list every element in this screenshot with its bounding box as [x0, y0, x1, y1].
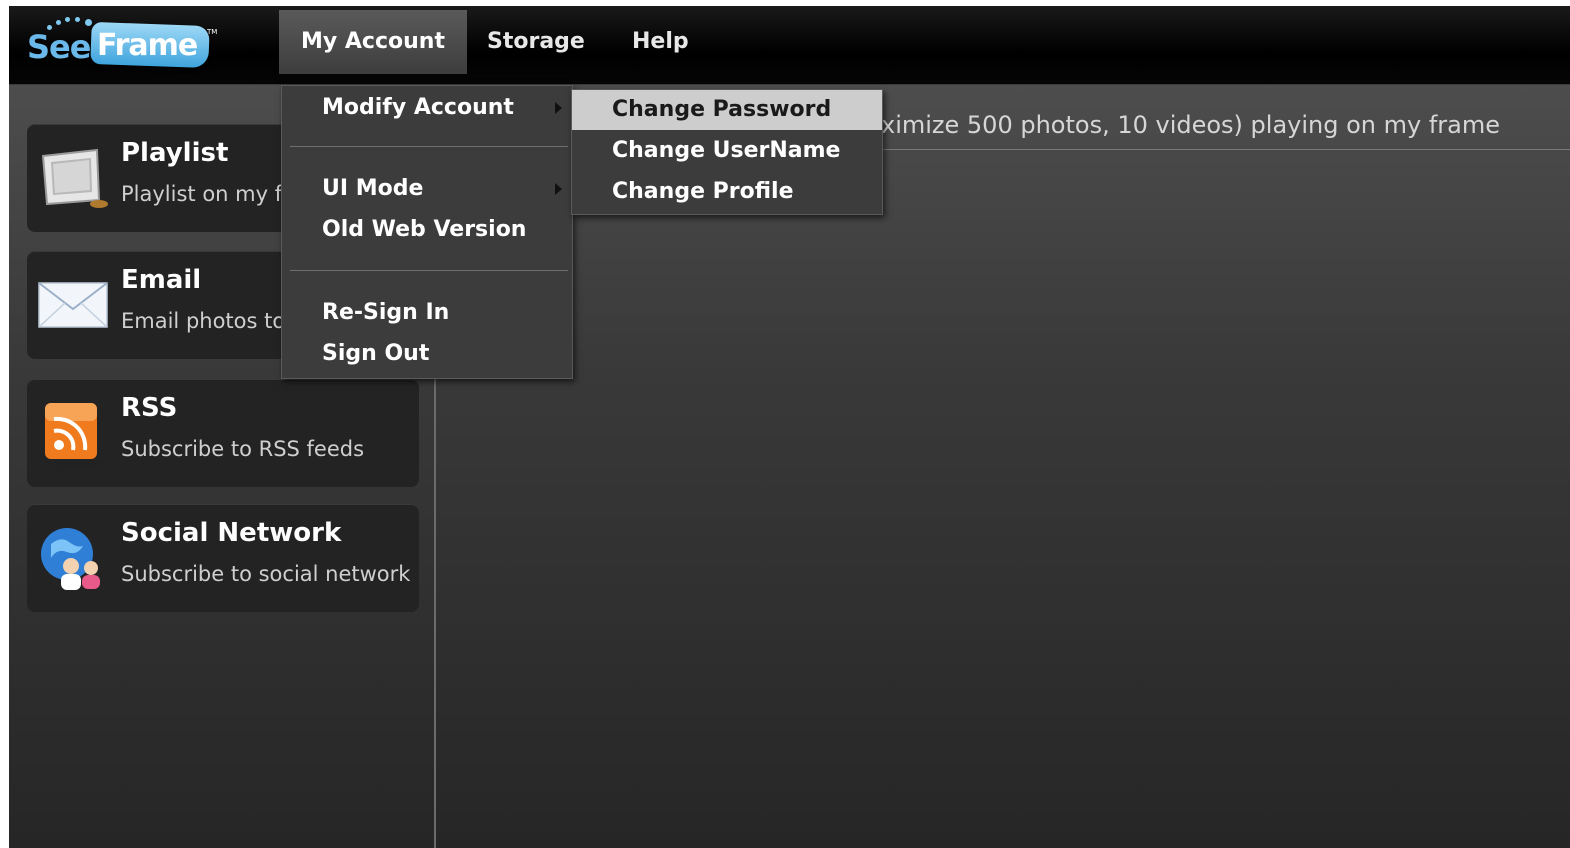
menu-item-re-sign-in[interactable]: Re-Sign In — [282, 293, 572, 333]
menu-item-label: UI Mode — [322, 176, 424, 201]
my-account-dropdown-menu: Modify Account UI Mode Old Web Version R… — [281, 85, 573, 379]
submenu-item-change-username[interactable]: Change UserName — [572, 131, 882, 171]
rss-feed-icon — [45, 403, 103, 466]
card-description: Email photos to — [121, 309, 286, 333]
menu-item-label: Modify Account — [322, 95, 514, 120]
modify-account-submenu: Change Password Change UserName Change P… — [571, 89, 883, 215]
submenu-arrow-icon — [555, 102, 562, 114]
menu-item-modify-account[interactable]: Modify Account — [282, 88, 572, 128]
card-title: RSS — [121, 393, 178, 423]
logo-trademark: TM — [207, 28, 218, 36]
menu-item-label: Old Web Version — [322, 217, 527, 242]
menu-item-label: Re-Sign In — [322, 300, 450, 325]
card-title: Playlist — [121, 138, 229, 168]
nav-help[interactable]: Help — [610, 10, 711, 74]
menu-separator — [290, 146, 568, 147]
submenu-item-change-profile[interactable]: Change Profile — [572, 172, 882, 212]
menu-item-label: Sign Out — [322, 341, 430, 366]
nav-my-account[interactable]: My Account — [279, 10, 467, 74]
sidebar-card-rss[interactable]: RSS Subscribe to RSS feeds — [27, 379, 419, 487]
card-title: Social Network — [121, 518, 342, 548]
submenu-arrow-icon — [555, 183, 562, 195]
seeframe-logo[interactable]: See Frame TM — [27, 14, 217, 76]
sidebar-card-social-network[interactable]: Social Network Subscribe to social netwo… — [27, 504, 419, 612]
nav-storage[interactable]: Storage — [465, 10, 607, 74]
card-description: Playlist on my fr — [121, 182, 291, 206]
menu-item-old-web-version[interactable]: Old Web Version — [282, 210, 572, 250]
photo-frame-icon — [41, 148, 108, 208]
card-description: Subscribe to social network — [121, 562, 411, 586]
menu-item-sign-out[interactable]: Sign Out — [282, 334, 572, 374]
menu-separator — [290, 270, 568, 271]
envelope-icon — [38, 282, 108, 328]
main-header-text: ximize 500 photos, 10 videos) playing on… — [881, 111, 1501, 139]
submenu-item-change-password[interactable]: Change Password — [572, 90, 882, 130]
menu-item-ui-mode[interactable]: UI Mode — [282, 169, 572, 209]
logo-see-text: See — [27, 28, 91, 66]
app-window: See Frame TM My Account Storage Help Pla… — [9, 6, 1570, 848]
social-globe-icon — [41, 528, 100, 590]
logo-frame-text: Frame — [97, 28, 198, 63]
top-navigation-bar: See Frame TM My Account Storage Help — [9, 6, 1570, 85]
card-description: Subscribe to RSS feeds — [121, 437, 365, 461]
card-title: Email — [121, 265, 202, 295]
